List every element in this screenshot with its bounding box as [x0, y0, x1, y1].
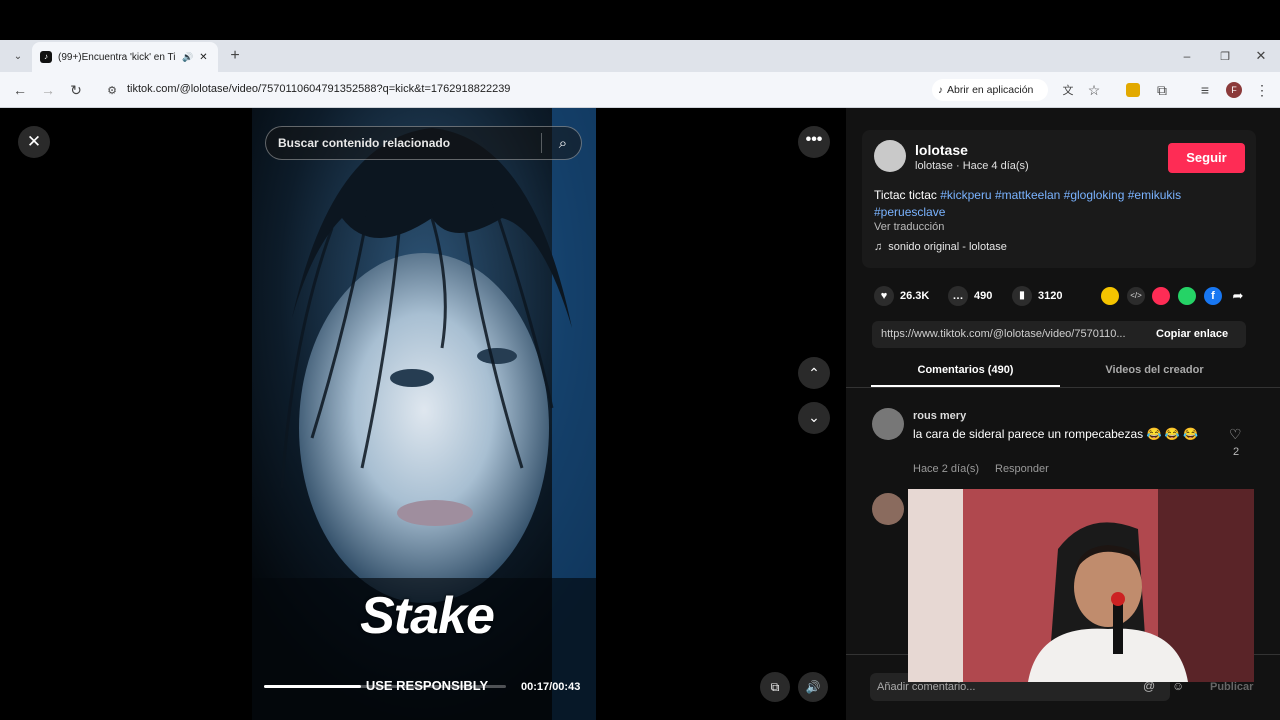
comment-like-count: 2: [1233, 446, 1240, 458]
divider: [541, 133, 542, 153]
comment-like-icon[interactable]: ♡: [1229, 426, 1242, 443]
url-text: tiktok.com/@lolotase/video/7570110604791…: [127, 83, 511, 95]
hashtag-link[interactable]: #peruesclave: [874, 205, 945, 219]
hashtag-link[interactable]: #glogloking: [1064, 188, 1125, 202]
whatsapp-icon[interactable]: [1178, 287, 1196, 305]
close-video-button[interactable]: ✕: [18, 126, 50, 158]
video-time: 00:17/00:43: [521, 681, 581, 693]
share-embed-gold-icon[interactable]: [1101, 287, 1119, 305]
new-tab-button[interactable]: +: [224, 46, 246, 66]
bookmark-star-icon[interactable]: ☆: [1084, 80, 1104, 100]
progress-fill: [264, 685, 361, 688]
profile-avatar[interactable]: F: [1226, 82, 1242, 98]
translate-icon[interactable]: 文: [1058, 80, 1078, 100]
back-arrow-icon[interactable]: ←: [10, 80, 30, 100]
extension-icon[interactable]: [1126, 83, 1140, 97]
tab-comments[interactable]: Comentarios (490): [871, 364, 1060, 376]
comment-time: Hace 2 día(s): [913, 463, 980, 475]
send-to-friend-icon[interactable]: [1152, 287, 1170, 305]
comment-placeholder: Añadir comentario...: [877, 681, 976, 693]
next-video-button[interactable]: ⌄: [798, 402, 830, 434]
description-text: Tictac tictac: [874, 188, 937, 202]
speaker-icon: 🔊: [182, 51, 194, 62]
maximize-button[interactable]: ❐: [1214, 46, 1236, 66]
commenter-avatar[interactable]: [872, 408, 904, 440]
address-bar: ← → ↻ ⚙ tiktok.com/@lolotase/video/75701…: [0, 72, 1280, 108]
tab-title: (99+)Encuentra 'kick' en Tik: [58, 51, 176, 63]
reload-icon[interactable]: ↻: [66, 80, 86, 100]
author-avatar[interactable]: [874, 140, 906, 172]
tiktok-icon: ♪: [938, 84, 943, 96]
publish-button[interactable]: Publicar: [1210, 681, 1253, 693]
sound-link[interactable]: ♫ sonido original - lolotase: [874, 241, 1007, 253]
previous-video-button[interactable]: ⌃: [798, 357, 830, 389]
site-info-icon[interactable]: ⚙: [104, 82, 120, 98]
tab-divider: [846, 387, 1280, 388]
comment-username[interactable]: rous mery: [913, 410, 966, 422]
hashtag-link[interactable]: #emikukis: [1128, 188, 1181, 202]
related-search-input[interactable]: Buscar contenido relacionado ⌕: [265, 126, 582, 160]
like-count: 26.3K: [900, 290, 930, 302]
video-player[interactable]: Buscar contenido relacionado ⌕ Stake USE…: [252, 108, 596, 720]
comment-text: la cara de sideral parece un rompecabeza…: [913, 427, 1198, 441]
music-note-icon: ♫: [874, 241, 883, 253]
more-options-button[interactable]: •••: [798, 126, 830, 158]
share-link-box: https://www.tiktok.com/@lolotase/video/7…: [872, 321, 1246, 348]
tiktok-favicon-icon: ♪: [40, 51, 52, 63]
tab-creator-videos[interactable]: Videos del creador: [1060, 364, 1249, 376]
forward-arrow-icon[interactable]: →: [38, 80, 58, 100]
open-in-app-button[interactable]: ♪ Abrir en aplicación: [932, 79, 1048, 101]
search-placeholder: Buscar contenido relacionado: [278, 136, 451, 150]
like-stat[interactable]: ♥ 26.3K: [874, 286, 929, 306]
search-icon[interactable]: ⌕: [551, 132, 575, 154]
author-meta: lolotase · Hace 4 día(s): [915, 160, 1029, 172]
translate-link[interactable]: Ver traducción: [874, 221, 944, 233]
picture-in-picture-icon[interactable]: ⧉: [760, 672, 790, 702]
webcam-overlay: [908, 489, 1254, 682]
comment-icon: …: [948, 286, 968, 306]
sound-label: sonido original - lolotase: [888, 241, 1007, 253]
media-control-icon[interactable]: ≡: [1195, 80, 1215, 100]
url-field[interactable]: ⚙ tiktok.com/@lolotase/video/75701106047…: [98, 76, 1048, 104]
comment-stat[interactable]: … 490: [948, 286, 992, 306]
hashtag-link[interactable]: #mattkeelan: [995, 188, 1060, 202]
stake-logo: Stake: [360, 587, 495, 645]
copy-link-button[interactable]: Copiar enlace: [1156, 328, 1228, 340]
window-close-button[interactable]: ✕: [1250, 46, 1272, 66]
comment-count: 490: [974, 290, 993, 302]
progress-track[interactable]: [264, 685, 506, 688]
kebab-menu-icon[interactable]: ⋮: [1252, 80, 1272, 100]
follow-button[interactable]: Seguir: [1168, 143, 1245, 173]
reply-button[interactable]: Responder: [995, 463, 1049, 475]
save-count: 3120: [1038, 290, 1063, 302]
facebook-icon[interactable]: f: [1204, 287, 1222, 305]
commenter-avatar[interactable]: [872, 493, 904, 525]
author-username[interactable]: lolotase: [915, 142, 968, 158]
share-link-text: https://www.tiktok.com/@lolotase/video/7…: [881, 328, 1126, 340]
tab-tiktok[interactable]: ♪ (99+)Encuentra 'kick' en Tik 🔊 ✕: [32, 42, 218, 72]
tab-close-icon[interactable]: ✕: [199, 52, 207, 63]
extensions-puzzle-icon[interactable]: ⧉: [1152, 80, 1172, 100]
heart-icon: ♥: [874, 286, 894, 306]
minimize-button[interactable]: –: [1176, 46, 1198, 66]
bookmark-icon: ▮: [1012, 286, 1032, 306]
open-in-app-label: Abrir en aplicación: [947, 84, 1034, 96]
tab-list-chevron-icon[interactable]: ⌄: [8, 46, 28, 66]
volume-icon[interactable]: 🔊: [798, 672, 828, 702]
share-arrow-icon[interactable]: ➦: [1229, 287, 1247, 305]
save-stat[interactable]: ▮ 3120: [1012, 286, 1062, 306]
embed-code-icon[interactable]: </>: [1127, 287, 1145, 305]
hashtag-link[interactable]: #kickperu: [940, 188, 991, 202]
webcam-frame: [908, 489, 1254, 682]
screen-top-border: [0, 0, 1280, 40]
video-description: Tictac tictac #kickperu #mattkeelan #glo…: [874, 187, 1244, 221]
